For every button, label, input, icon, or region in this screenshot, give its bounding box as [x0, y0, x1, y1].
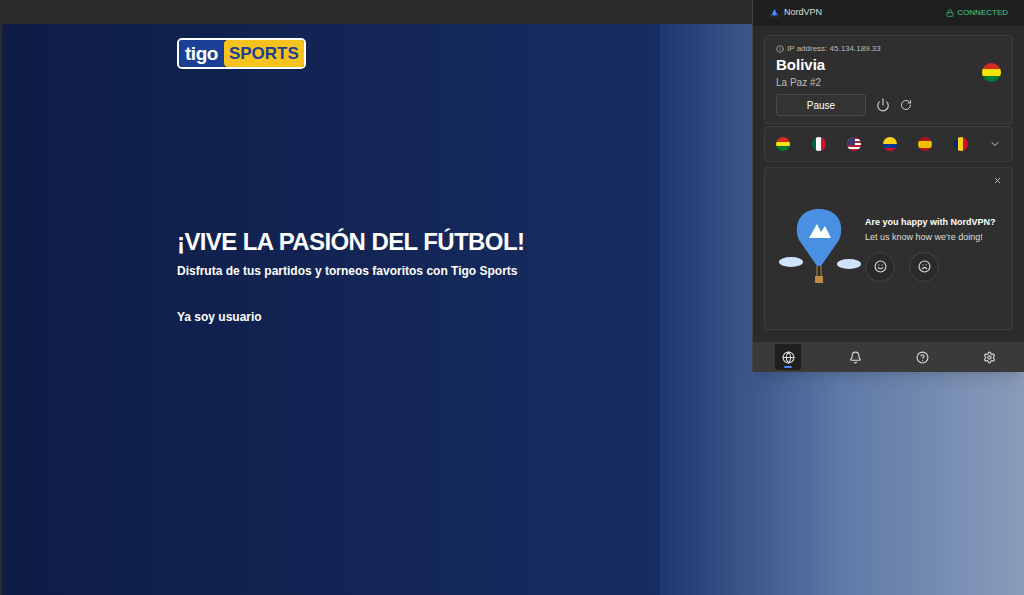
recent-country-button[interactable]: [812, 137, 826, 151]
nav-button[interactable]: [909, 344, 935, 370]
recent-country-button[interactable]: [776, 137, 790, 151]
flag-icon: [954, 137, 968, 151]
server-name: La Paz #2: [776, 76, 825, 90]
hero-subtitle: Disfruta de tus partidos y torneos favor…: [177, 263, 660, 279]
refresh-icon[interactable]: [900, 99, 912, 111]
login-link[interactable]: Ya soy usuario: [177, 309, 262, 325]
smile-icon: [874, 260, 887, 273]
chevron-down-icon[interactable]: [989, 138, 1001, 150]
recent-country-button[interactable]: [883, 137, 897, 151]
flag-icon: [883, 137, 897, 151]
feedback-card: Are you happy with NordVPN? Let us know h…: [764, 167, 1013, 330]
nordvpn-logo-icon: [769, 8, 780, 19]
hero-left: tigoSPORTS ¡VIVE LA PASIÓN DEL FÚTBOL! Dis…: [2, 24, 660, 595]
country-name: Bolivia: [776, 55, 825, 74]
happy-button[interactable]: [865, 252, 895, 282]
help-icon: [916, 351, 929, 364]
bell-icon: [849, 351, 862, 364]
connection-status: CONNECTED: [946, 7, 1008, 19]
hero-heading: ¡VIVE LA PASIÓN DEL FÚTBOL!: [177, 227, 660, 257]
flag-icon: [918, 137, 932, 151]
recent-country-button[interactable]: [918, 137, 932, 151]
nordvpn-window: NordVPN CONNECTED IP address: 45.134.189.3…: [752, 0, 1024, 372]
power-icon[interactable]: [876, 98, 890, 112]
nav-button[interactable]: [976, 344, 1002, 370]
lock-icon: [946, 9, 954, 17]
tigo-sports-logo[interactable]: tigoSPORTS: [177, 38, 306, 69]
vpn-title-bar: NordVPN CONNECTED: [753, 0, 1024, 26]
feedback-title: Are you happy with NordVPN?: [865, 216, 996, 229]
balloon-icon: [777, 204, 861, 294]
flag-icon: [847, 137, 861, 151]
close-icon[interactable]: [993, 176, 1002, 185]
pause-button[interactable]: Pause: [776, 94, 866, 116]
globe-icon: [782, 351, 795, 364]
recent-countries: [764, 126, 1013, 162]
screen: tigoSPORTS ¡VIVE LA PASIÓN DEL FÚTBOL! Dis…: [0, 0, 1024, 595]
unhappy-button[interactable]: [909, 252, 939, 282]
active-indicator: [784, 366, 792, 368]
recent-country-button[interactable]: [954, 137, 968, 151]
feedback-subtitle: Let us know how we're doing!: [865, 231, 996, 244]
nav-button[interactable]: [842, 344, 868, 370]
connection-card: IP address: 45.134.189.33Bolivia La Paz #…: [764, 35, 1013, 124]
frown-icon: [918, 260, 931, 273]
gear-icon: [983, 351, 996, 364]
ip-address: IP address: 45.134.189.33: [787, 43, 881, 55]
flag-icon: [776, 137, 790, 151]
bottom-nav: [753, 342, 1024, 372]
app-name: NordVPN: [784, 6, 822, 20]
recent-country-button[interactable]: [847, 137, 861, 151]
country-flag-icon: [982, 63, 1001, 82]
flag-icon: [812, 137, 826, 151]
nav-button[interactable]: [775, 344, 801, 370]
info-icon: [776, 45, 784, 53]
